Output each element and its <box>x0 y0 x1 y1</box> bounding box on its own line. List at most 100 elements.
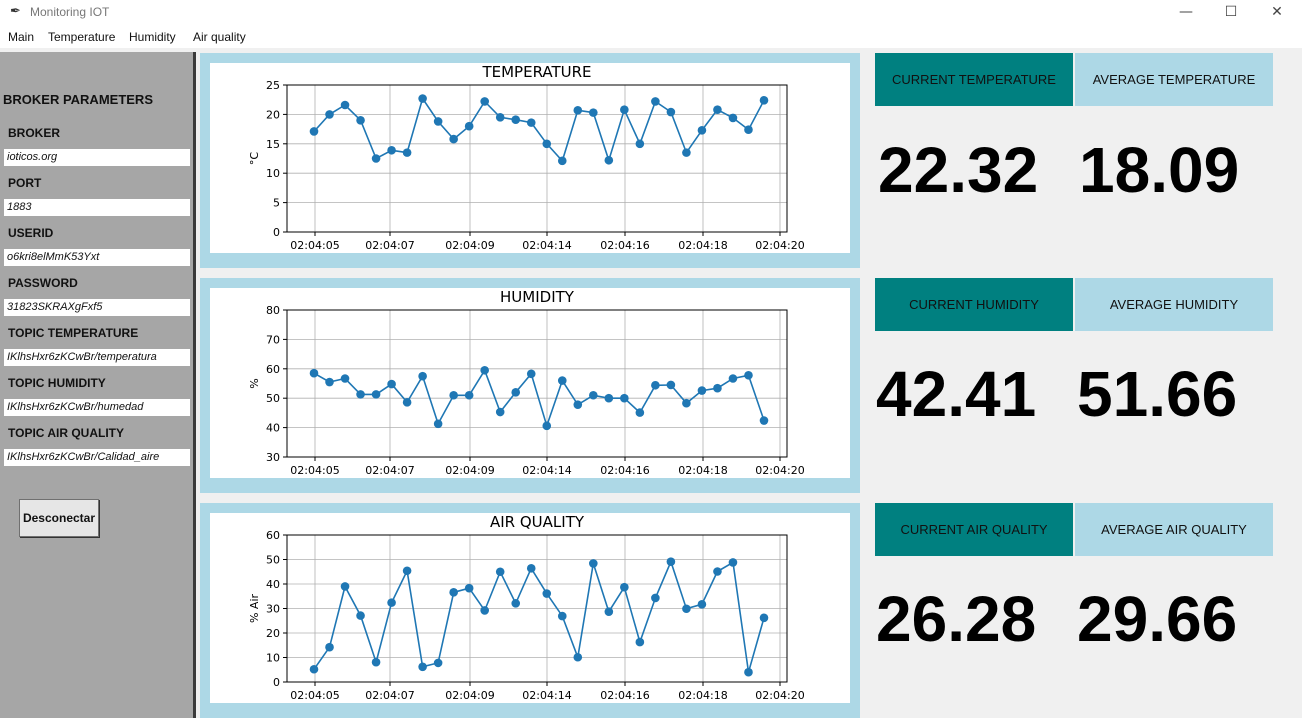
userid-input[interactable] <box>4 249 190 266</box>
plot-frame <box>286 309 788 458</box>
x-tick-label: 02:04:16 <box>600 464 649 477</box>
feather-icon: ✒ <box>10 4 21 19</box>
sidebar-title: BROKER PARAMETERS <box>3 92 153 107</box>
y-tick-label: 20 <box>266 627 280 640</box>
y-tick-label: 5 <box>273 197 280 210</box>
menu-bar: Main Temperature Humidity Air quality <box>0 26 1302 48</box>
y-tick-label: 60 <box>266 529 280 542</box>
y-tick-label: 60 <box>266 363 280 376</box>
y-tick-label: 10 <box>266 652 280 665</box>
data-point <box>744 370 753 380</box>
current-temperature-header: CURRENT TEMPERATURE <box>875 53 1073 106</box>
maximize-button[interactable]: ☐ <box>1208 0 1254 26</box>
data-point <box>604 607 614 616</box>
data-point <box>387 145 396 155</box>
password-input[interactable] <box>4 299 190 316</box>
data-point <box>713 105 722 114</box>
average-humidity-header: AVERAGE HUMIDITY <box>1075 278 1273 331</box>
x-tick-label: 02:04:05 <box>290 689 339 702</box>
series-line <box>313 96 765 163</box>
data-point <box>464 390 474 400</box>
x-tick-label: 02:04:14 <box>522 239 571 252</box>
data-point <box>418 662 427 672</box>
close-button[interactable]: ✕ <box>1254 0 1300 26</box>
data-point <box>651 593 660 603</box>
series-line <box>313 559 765 673</box>
x-tick-label: 02:04:05 <box>290 239 339 252</box>
average-air-quality-header: AVERAGE AIR QUALITY <box>1075 503 1273 556</box>
y-tick-label: 0 <box>273 226 280 239</box>
topic-air-quality-input[interactable] <box>4 449 190 466</box>
y-tick-label: 50 <box>266 554 280 567</box>
data-point <box>387 598 396 607</box>
data-point <box>589 390 598 400</box>
data-point <box>433 117 443 126</box>
data-point <box>744 125 753 134</box>
data-point <box>511 388 521 397</box>
disconnect-button[interactable]: Desconectar <box>19 499 99 537</box>
data-point <box>356 390 365 399</box>
data-point <box>356 115 365 125</box>
chart-title: HUMIDITY <box>500 288 575 306</box>
data-point <box>697 600 707 609</box>
topic-humidity-input[interactable] <box>4 399 190 416</box>
x-tick-label: 02:04:20 <box>755 464 804 477</box>
data-point <box>325 642 334 652</box>
data-point <box>371 657 381 667</box>
x-tick-label: 02:04:07 <box>365 689 414 702</box>
password-label: PASSWORD <box>8 276 78 290</box>
userid-label: USERID <box>8 226 54 240</box>
data-point <box>620 582 629 592</box>
sidebar-divider <box>193 52 196 718</box>
data-point <box>557 156 567 166</box>
current-humidity-header: CURRENT HUMIDITY <box>875 278 1073 331</box>
y-tick-label: 30 <box>266 451 280 464</box>
data-point <box>418 371 427 381</box>
port-input[interactable] <box>4 199 190 216</box>
data-point <box>480 606 489 615</box>
x-tick-label: 02:04:07 <box>365 464 414 477</box>
data-point <box>480 97 489 106</box>
data-point <box>697 125 707 135</box>
data-point <box>682 398 691 408</box>
data-point <box>542 589 552 598</box>
x-tick-label: 02:04:14 <box>522 689 571 702</box>
air-quality-chart-svg: 0 10 20 30 40 50 60 02:04:05 02:04:07 02:04:09 02:… <box>248 513 805 702</box>
y-tick-label: 40 <box>266 422 280 435</box>
x-tick-label: 02:04:18 <box>678 239 727 252</box>
x-tick-label: 02:04:18 <box>678 464 727 477</box>
data-point <box>635 637 645 647</box>
broker-input[interactable] <box>4 149 190 166</box>
y-tick-label: 15 <box>266 138 280 151</box>
data-point <box>371 390 381 399</box>
data-point <box>495 113 505 122</box>
port-label: PORT <box>8 176 42 190</box>
data-point <box>480 365 489 375</box>
data-point <box>309 127 319 136</box>
data-point <box>604 393 614 403</box>
current-air-quality-value: 26.28 <box>876 583 1037 655</box>
menu-main[interactable]: Main <box>8 30 34 44</box>
y-tick-label: 25 <box>266 79 280 92</box>
data-point <box>542 421 552 431</box>
data-point <box>557 376 567 385</box>
menu-temperature[interactable]: Temperature <box>48 30 115 44</box>
data-point <box>651 380 660 390</box>
data-point <box>697 386 707 395</box>
y-tick-label: 20 <box>266 108 280 121</box>
y-tick-label: 80 <box>266 304 280 317</box>
data-point <box>728 374 738 383</box>
menu-humidity[interactable]: Humidity <box>129 30 176 44</box>
menu-air-quality[interactable]: Air quality <box>193 30 246 44</box>
data-point <box>309 368 319 378</box>
data-point <box>728 113 738 123</box>
data-point <box>526 369 536 379</box>
topic-temperature-input[interactable] <box>4 349 190 366</box>
data-point <box>666 107 676 117</box>
temperature-chart-panel: 0 5 10 15 20 25 02:04:05 02:04:07 02:04:09 02:04:… <box>200 53 860 268</box>
data-point <box>449 588 458 597</box>
data-point <box>682 148 691 157</box>
data-point <box>635 139 645 149</box>
humidity-chart-panel: 30 40 50 60 70 80 02:04:05 02:04:07 02:04:09 02:0… <box>200 278 860 493</box>
minimize-button[interactable]: — <box>1163 0 1209 26</box>
